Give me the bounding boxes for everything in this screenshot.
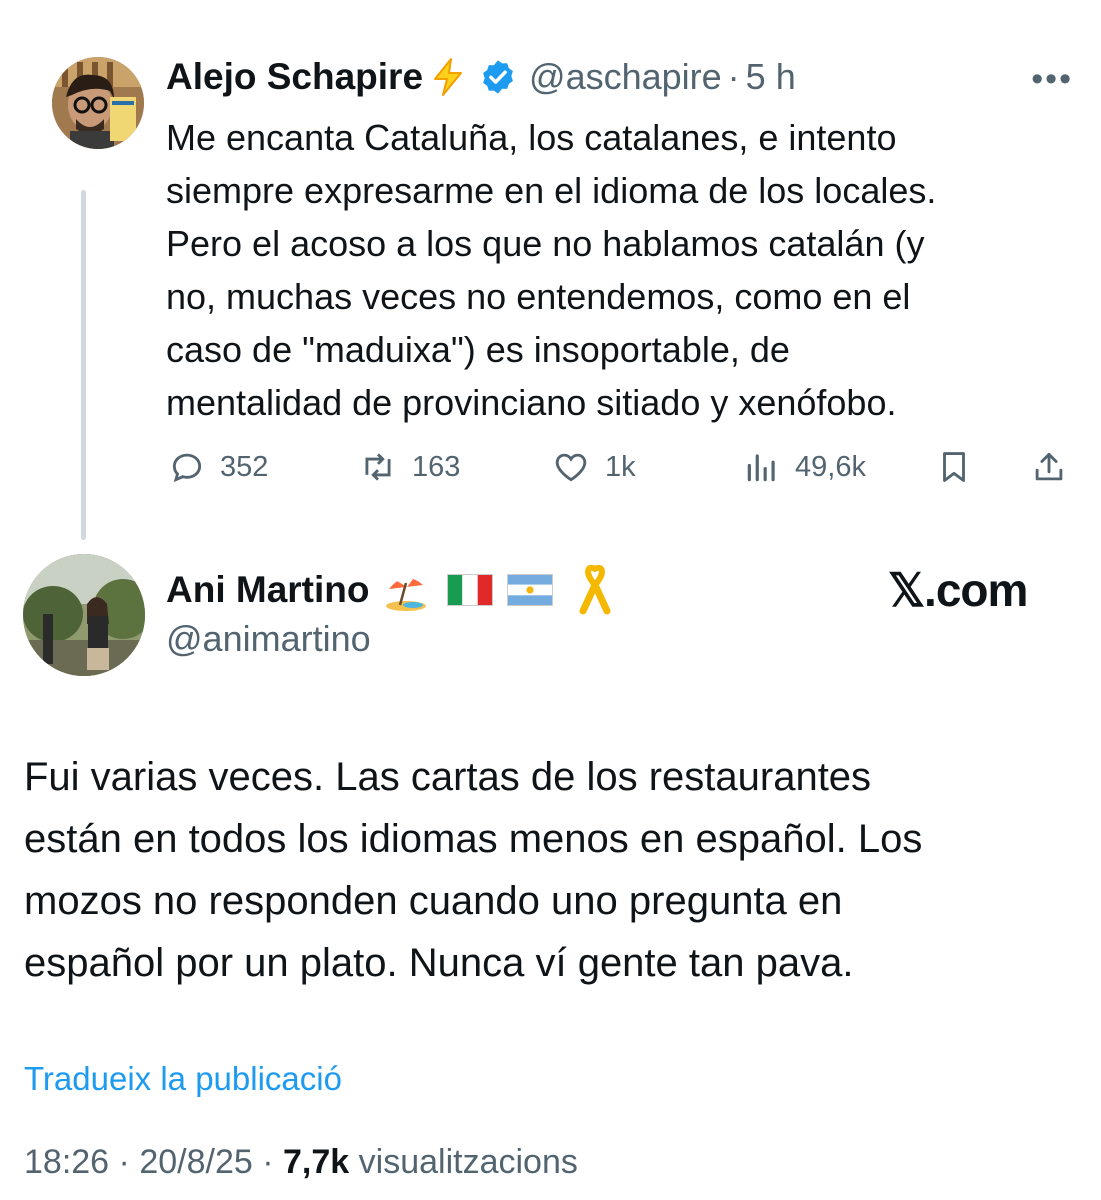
share-icon <box>1035 452 1063 481</box>
dot-separator: · <box>262 1143 274 1181</box>
like-count: 1k <box>605 450 636 483</box>
yellow-ribbon-icon <box>575 565 615 615</box>
reply-handle[interactable]: @animartino <box>166 618 371 660</box>
author-display-name[interactable]: Alejo Schapire <box>166 56 423 98</box>
author-avatar[interactable] <box>52 57 144 149</box>
heart-icon <box>555 453 587 482</box>
reply-count: 352 <box>220 450 269 483</box>
parent-tweet-text: Me encanta Cataluña, los catalanes, e in… <box>166 117 937 423</box>
reply-author-avatar[interactable] <box>23 554 145 676</box>
avatar-photo <box>23 554 145 676</box>
more-options-icon[interactable]: ••• <box>1031 60 1073 99</box>
views-count[interactable]: 7,7k <box>283 1143 349 1181</box>
verified-badge-icon[interactable] <box>479 58 517 96</box>
like-button[interactable]: 1k <box>551 443 636 491</box>
share-button[interactable] <box>1030 443 1068 491</box>
dot-separator: · <box>118 1143 130 1181</box>
post-time[interactable]: 18:26 <box>24 1143 109 1181</box>
parent-header: Alejo Schapire @aschapire · 5 h <box>166 52 796 102</box>
x-watermark-logo: 𝕏.com <box>888 564 1028 616</box>
reply-metadata: 18:26 · 20/8/25 · 7,7k visualitzacions <box>24 1143 578 1182</box>
thread-connector-line <box>81 190 86 540</box>
repost-icon <box>365 453 391 481</box>
views-button[interactable]: 49,6k <box>743 443 866 491</box>
reply-header: Ani Martino <box>166 563 615 617</box>
author-handle[interactable]: @aschapire <box>529 56 722 98</box>
reply-button[interactable]: 352 <box>168 443 268 491</box>
translate-post-link[interactable]: Tradueix la publicació <box>24 1060 342 1098</box>
repost-count: 163 <box>412 450 461 483</box>
views-label: visualitzacions <box>358 1143 578 1181</box>
italy-flag-icon <box>447 574 494 606</box>
dot-separator: · <box>727 56 740 97</box>
analytics-icon <box>747 454 775 482</box>
beach-umbrella-icon <box>383 567 429 613</box>
reply-icon <box>172 453 202 483</box>
post-date[interactable]: 20/8/25 <box>139 1143 252 1181</box>
tweet-action-bar: 352 163 1k 49,6k <box>168 443 1078 491</box>
lightning-bolt-icon <box>431 57 465 97</box>
tweet-timestamp[interactable]: 5 h <box>746 56 796 98</box>
views-count: 49,6k <box>795 450 866 483</box>
repost-button[interactable]: 163 <box>358 443 460 491</box>
reply-tweet-text: Fui varias veces. Las cartas de los rest… <box>24 755 923 985</box>
argentina-flag-icon <box>507 574 554 606</box>
bookmark-icon <box>943 452 965 482</box>
bookmark-button[interactable] <box>935 443 973 491</box>
avatar-illustration <box>52 57 144 149</box>
reply-display-name[interactable]: Ani Martino <box>166 569 369 611</box>
